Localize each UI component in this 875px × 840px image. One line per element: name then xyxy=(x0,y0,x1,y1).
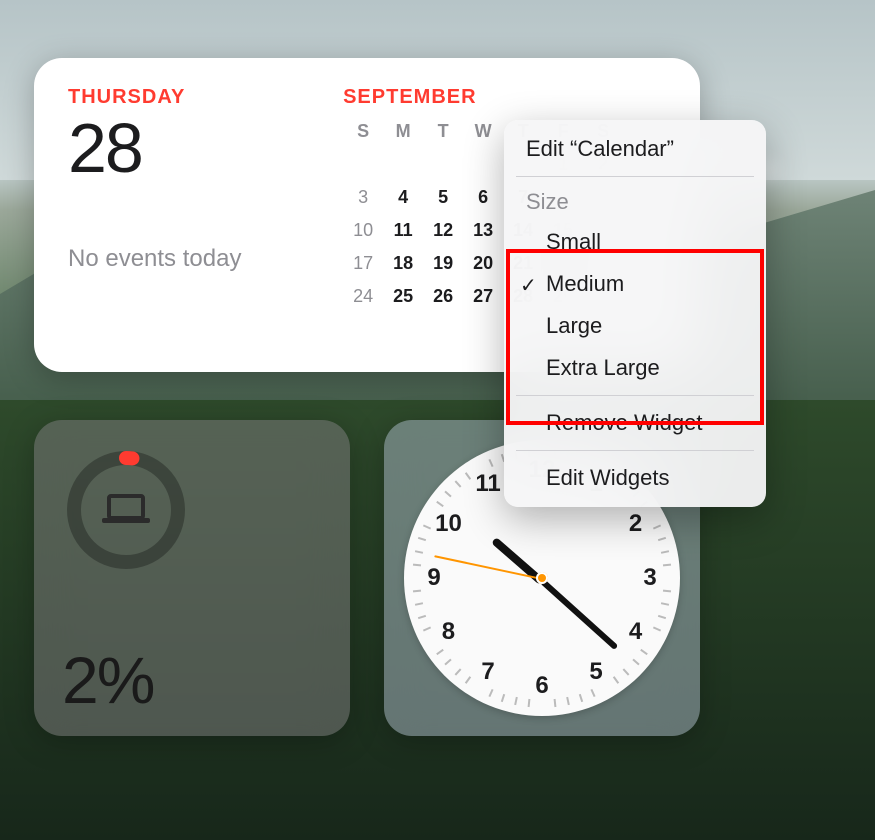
calendar-day-cell: 12 xyxy=(423,220,463,241)
clock-tick xyxy=(514,697,518,705)
clock-number: 9 xyxy=(427,564,440,592)
battery-widget[interactable]: 2% xyxy=(34,420,350,736)
clock-tick xyxy=(415,602,423,606)
clock-tick xyxy=(413,590,421,593)
calendar-no-events: No events today xyxy=(68,245,343,273)
clock-number: 8 xyxy=(442,618,455,646)
clock-tick xyxy=(445,490,452,497)
clock-tick xyxy=(423,627,431,632)
calendar-day-cell xyxy=(463,154,503,175)
calendar-day-cell: 3 xyxy=(343,187,383,208)
calendar-day-cell: 13 xyxy=(463,220,503,241)
calendar-day-number: 28 xyxy=(68,113,343,183)
clock-tick xyxy=(436,501,444,507)
clock-tick xyxy=(658,615,666,619)
clock-tick xyxy=(591,689,596,697)
clock-tick xyxy=(445,659,452,666)
clock-number: 5 xyxy=(589,658,602,686)
calendar-day-cell: 6 xyxy=(463,187,503,208)
clock-tick xyxy=(527,699,530,707)
clock-number: 2 xyxy=(629,510,642,538)
calendar-day-cell: 18 xyxy=(383,253,423,274)
calendar-day-cell: 25 xyxy=(383,286,423,307)
clock-tick xyxy=(488,459,493,467)
calendar-day-cell: 4 xyxy=(383,187,423,208)
calendar-day-name: THURSDAY xyxy=(68,86,343,109)
calendar-weekday-header: W xyxy=(463,121,503,142)
clock-tick xyxy=(415,550,423,554)
calendar-day-cell: 27 xyxy=(463,286,503,307)
calendar-day-cell: 20 xyxy=(463,253,503,274)
clock-tick xyxy=(663,563,671,566)
calendar-weekday-header: S xyxy=(343,121,383,142)
clock-tick xyxy=(418,615,426,619)
calendar-day-cell: 17 xyxy=(343,253,383,274)
calendar-day-cell: 10 xyxy=(343,220,383,241)
calendar-day-cell: 19 xyxy=(423,253,463,274)
clock-tick xyxy=(465,676,471,684)
calendar-day-cell xyxy=(343,154,383,175)
menu-item-edit-widgets[interactable]: Edit Widgets xyxy=(504,457,766,499)
clock-tick xyxy=(579,694,583,702)
clock-tick xyxy=(663,590,671,593)
menu-separator xyxy=(516,395,754,396)
clock-number: 3 xyxy=(643,564,656,592)
clock-tick xyxy=(658,537,666,541)
menu-item-label: Extra Large xyxy=(546,355,660,380)
clock-tick xyxy=(465,472,471,480)
calendar-weekday-header: M xyxy=(383,121,423,142)
battery-ring xyxy=(64,448,188,572)
calendar-day-cell: 5 xyxy=(423,187,463,208)
clock-number: 10 xyxy=(435,510,462,538)
menu-item-size-small[interactable]: Small xyxy=(504,221,766,263)
calendar-weekday-header: T xyxy=(423,121,463,142)
clock-tick xyxy=(436,649,444,655)
menu-size-label: Size xyxy=(504,183,766,221)
clock-number: 6 xyxy=(535,672,548,700)
menu-item-label: Medium xyxy=(546,271,624,296)
menu-item-edit-calendar[interactable]: Edit “Calendar” xyxy=(504,128,766,170)
clock-tick xyxy=(613,676,619,684)
menu-item-size-medium[interactable]: ✓ Medium xyxy=(504,263,766,305)
clock-tick xyxy=(454,481,461,488)
calendar-day-cell: 26 xyxy=(423,286,463,307)
clock-minute-hand xyxy=(540,579,618,650)
menu-item-label: Large xyxy=(546,313,602,338)
clock-tick xyxy=(566,697,570,705)
calendar-day-cell xyxy=(383,154,423,175)
clock-tick xyxy=(454,668,461,675)
clock-number: 11 xyxy=(475,470,500,498)
clock-tick xyxy=(640,649,648,655)
clock-tick xyxy=(488,689,493,697)
clock-tick xyxy=(661,602,669,606)
clock-tick xyxy=(661,550,669,554)
battery-percent-label: 2% xyxy=(62,642,153,718)
widget-context-menu: Edit “Calendar” Size Small ✓ Medium Large Ex… xyxy=(504,120,766,507)
menu-item-size-extra-large[interactable]: Extra Large xyxy=(504,347,766,389)
menu-item-size-large[interactable]: Large xyxy=(504,305,766,347)
calendar-month-name: SEPTEMBER xyxy=(343,86,666,109)
clock-center-pin xyxy=(536,572,548,584)
menu-item-label: Small xyxy=(546,229,601,254)
clock-tick xyxy=(653,524,661,529)
menu-item-remove-widget[interactable]: Remove Widget xyxy=(504,402,766,444)
clock-tick xyxy=(623,668,630,675)
menu-separator xyxy=(516,450,754,451)
calendar-day-cell: 11 xyxy=(383,220,423,241)
clock-tick xyxy=(413,563,421,566)
clock-tick xyxy=(554,699,557,707)
clock-tick xyxy=(632,659,639,666)
calendar-day-cell xyxy=(423,154,463,175)
clock-number: 4 xyxy=(629,618,642,646)
laptop-icon xyxy=(102,496,150,523)
checkmark-icon: ✓ xyxy=(520,273,537,298)
clock-number: 7 xyxy=(481,658,494,686)
calendar-day-cell: 24 xyxy=(343,286,383,307)
clock-tick xyxy=(653,627,661,632)
clock-tick xyxy=(501,694,505,702)
clock-tick xyxy=(423,524,431,529)
clock-tick xyxy=(418,537,426,541)
menu-separator xyxy=(516,176,754,177)
